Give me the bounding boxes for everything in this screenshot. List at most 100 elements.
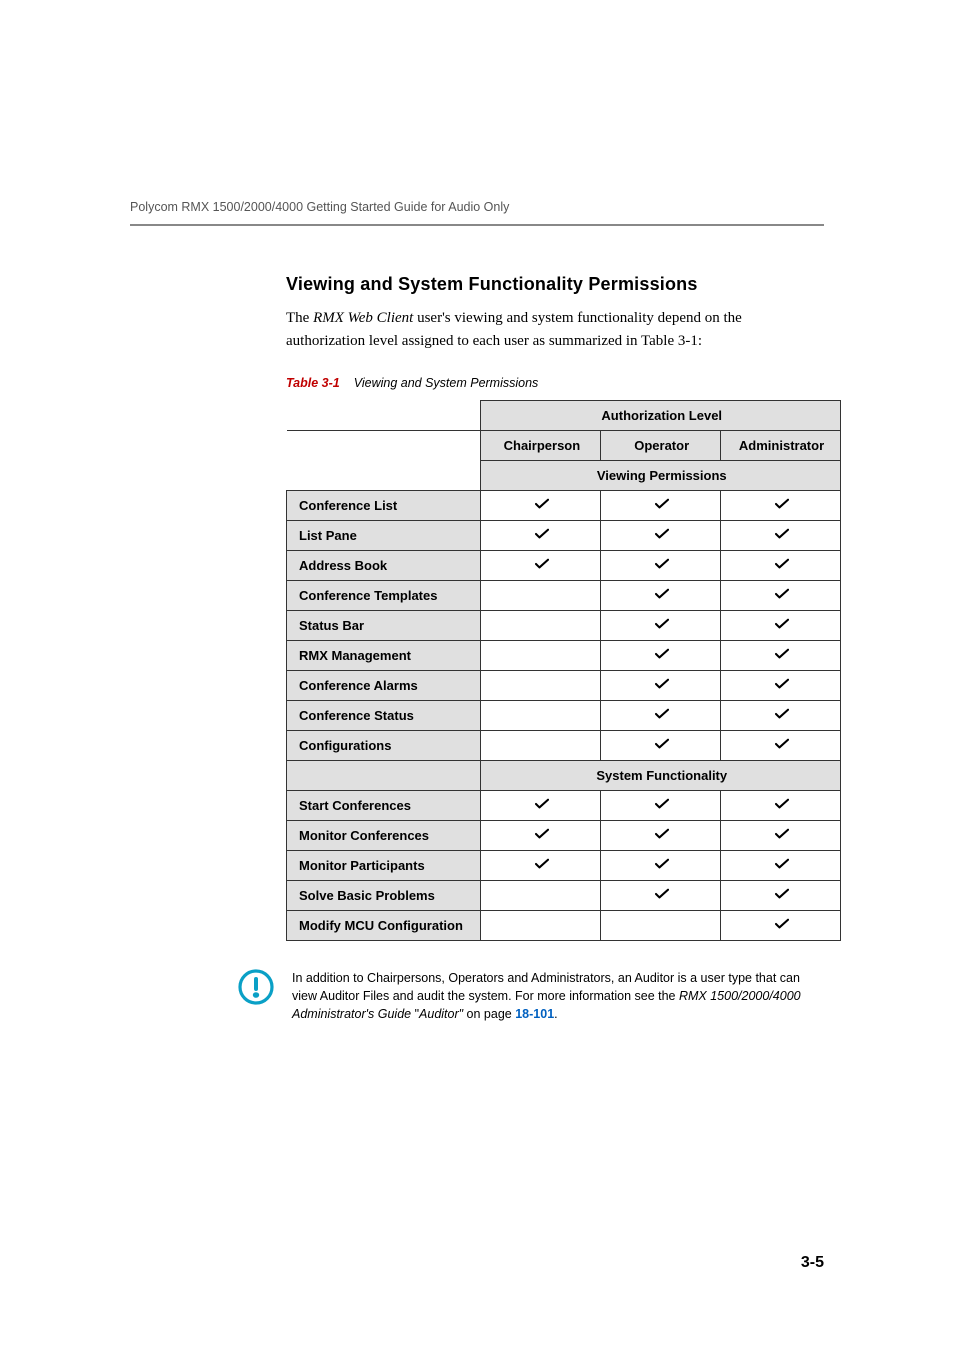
- permission-cell: [601, 850, 721, 880]
- intro-pre: The: [286, 310, 313, 326]
- note-page-link[interactable]: 18-101: [515, 1007, 554, 1021]
- permission-cell: [481, 700, 601, 730]
- permission-cell: [481, 910, 601, 940]
- row-label: Conference List: [287, 490, 481, 520]
- note-italic-auditor: Auditor": [419, 1007, 463, 1021]
- permission-cell: [721, 670, 841, 700]
- permission-cell: [481, 490, 601, 520]
- permission-cell: [721, 730, 841, 760]
- row-label: Conference Status: [287, 700, 481, 730]
- table-row: Monitor Participants: [287, 850, 841, 880]
- table-caption: Table 3-1 Viewing and System Permissions: [286, 376, 824, 390]
- permission-cell: [601, 610, 721, 640]
- permission-cell: [721, 700, 841, 730]
- check-icon: [775, 558, 789, 573]
- table-blank-corner: [287, 400, 481, 430]
- permission-cell: [601, 520, 721, 550]
- table-row: Conference List: [287, 490, 841, 520]
- row-label: List Pane: [287, 520, 481, 550]
- permission-cell: [721, 790, 841, 820]
- row-label: Modify MCU Configuration: [287, 910, 481, 940]
- permissions-table: Authorization Level Chairperson Operator…: [286, 400, 841, 941]
- check-icon: [535, 858, 549, 873]
- row-label: RMX Management: [287, 640, 481, 670]
- permission-cell: [601, 730, 721, 760]
- table-row: Conference Status: [287, 700, 841, 730]
- permission-cell: [601, 700, 721, 730]
- check-icon: [775, 708, 789, 723]
- table-row: List Pane: [287, 520, 841, 550]
- check-icon: [655, 708, 669, 723]
- permission-cell: [601, 640, 721, 670]
- table-blank-corner-3: [287, 460, 481, 490]
- permission-cell: [601, 490, 721, 520]
- table-row: Monitor Conferences: [287, 820, 841, 850]
- table-row: Conference Alarms: [287, 670, 841, 700]
- check-icon: [775, 648, 789, 663]
- permission-cell: [721, 490, 841, 520]
- section-header-viewing: Viewing Permissions: [481, 460, 841, 490]
- permission-cell: [481, 880, 601, 910]
- permission-cell: [601, 670, 721, 700]
- check-icon: [775, 738, 789, 753]
- permission-cell: [481, 820, 601, 850]
- check-icon: [775, 858, 789, 873]
- check-icon: [655, 678, 669, 693]
- row-label: Conference Alarms: [287, 670, 481, 700]
- table-caption-title: Viewing and System Permissions: [354, 376, 539, 390]
- check-icon: [535, 828, 549, 843]
- row-label: Conference Templates: [287, 580, 481, 610]
- permission-cell: [481, 580, 601, 610]
- check-icon: [775, 678, 789, 693]
- table-number: Table 3-1: [286, 376, 340, 390]
- row-label: Solve Basic Problems: [287, 880, 481, 910]
- permission-cell: [481, 550, 601, 580]
- permission-cell: [721, 580, 841, 610]
- permission-cell: [481, 640, 601, 670]
- permission-cell: [721, 520, 841, 550]
- permission-cell: [601, 790, 721, 820]
- check-icon: [535, 498, 549, 513]
- row-label: Address Book: [287, 550, 481, 580]
- permission-cell: [721, 550, 841, 580]
- page-number: 3-5: [801, 1254, 824, 1272]
- table-row: Conference Templates: [287, 580, 841, 610]
- permission-cell: [481, 610, 601, 640]
- section-header-system: System Functionality: [481, 760, 841, 790]
- check-icon: [535, 558, 549, 573]
- check-icon: [775, 888, 789, 903]
- permission-cell: [601, 910, 721, 940]
- table-row: Address Book: [287, 550, 841, 580]
- col-header-operator: Operator: [601, 430, 721, 460]
- check-icon: [655, 648, 669, 663]
- permission-cell: [481, 670, 601, 700]
- note-mid: ": [411, 1007, 419, 1021]
- table-row: Status Bar: [287, 610, 841, 640]
- row-label: Start Conferences: [287, 790, 481, 820]
- section-heading: Viewing and System Functionality Permiss…: [286, 274, 824, 295]
- check-icon: [775, 588, 789, 603]
- permission-cell: [481, 520, 601, 550]
- permission-cell: [481, 730, 601, 760]
- permission-cell: [481, 850, 601, 880]
- intro-paragraph: The RMX Web Client user's viewing and sy…: [286, 307, 824, 354]
- col-header-auth-level: Authorization Level: [481, 400, 841, 430]
- check-icon: [535, 528, 549, 543]
- check-icon: [655, 588, 669, 603]
- check-icon: [655, 858, 669, 873]
- check-icon: [775, 498, 789, 513]
- table-row: Start Conferences: [287, 790, 841, 820]
- permission-cell: [721, 640, 841, 670]
- table-blank-section-left: [287, 760, 481, 790]
- intro-italic: RMX Web Client: [313, 310, 413, 326]
- check-icon: [535, 798, 549, 813]
- permission-cell: [721, 910, 841, 940]
- table-row: RMX Management: [287, 640, 841, 670]
- note-text: In addition to Chairpersons, Operators a…: [292, 969, 824, 1023]
- permission-cell: [721, 610, 841, 640]
- check-icon: [655, 618, 669, 633]
- permission-cell: [721, 850, 841, 880]
- row-label: Configurations: [287, 730, 481, 760]
- permission-cell: [601, 550, 721, 580]
- check-icon: [655, 798, 669, 813]
